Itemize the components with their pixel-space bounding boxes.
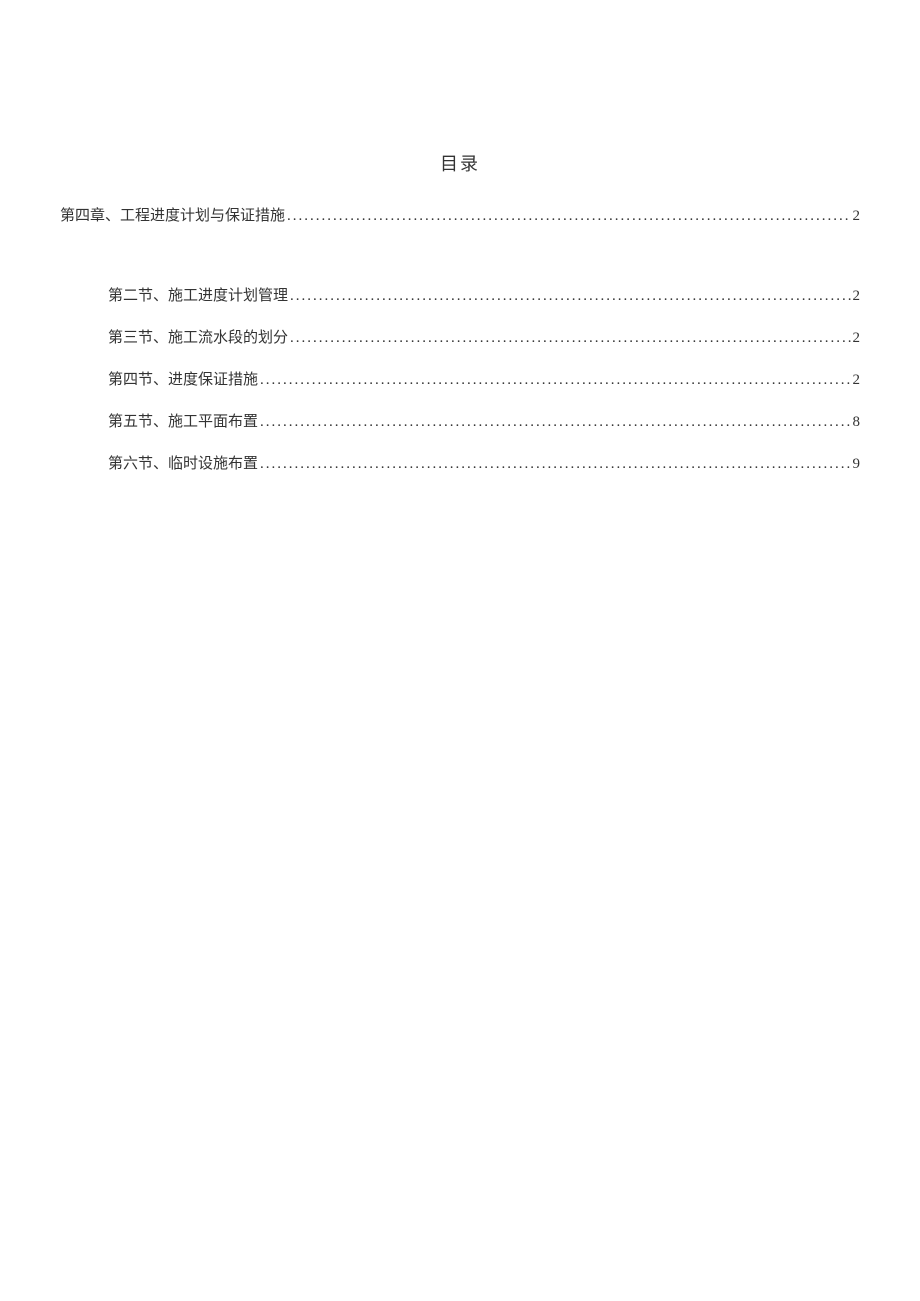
toc-section-entry: 第二节、施工进度计划管理 2 (60, 284, 860, 310)
toc-section-page: 9 (851, 452, 861, 476)
toc-section-label: 第三节、施工流水段的划分 (108, 326, 288, 350)
toc-leader (258, 368, 850, 392)
toc-chapter-page: 2 (851, 204, 861, 228)
toc-section-label: 第五节、施工平面布置 (108, 410, 258, 434)
toc-section-label: 第二节、施工进度计划管理 (108, 284, 288, 308)
toc-chapter-entry: 第四章、工程进度计划与保证措施 2 (60, 204, 860, 230)
toc-chapter-label: 第四章、工程进度计划与保证措施 (60, 204, 285, 228)
toc-leader (288, 326, 850, 350)
toc-section-label: 第六节、临时设施布置 (108, 452, 258, 476)
toc-spacer (60, 246, 860, 284)
toc-section-label: 第四节、进度保证措施 (108, 368, 258, 392)
toc-section-page: 2 (851, 326, 861, 350)
toc-section-entry: 第三节、施工流水段的划分 2 (60, 326, 860, 352)
toc-leader (285, 204, 850, 228)
toc-title: 目录 (60, 150, 860, 176)
toc-section-page: 2 (851, 284, 861, 308)
toc-section-entry: 第四节、进度保证措施 2 (60, 368, 860, 394)
toc-section-page: 2 (851, 368, 861, 392)
toc-leader (258, 410, 850, 434)
toc-section-page: 8 (851, 410, 861, 434)
toc-section-entry: 第六节、临时设施布置 9 (60, 452, 860, 478)
toc-section-entry: 第五节、施工平面布置 8 (60, 410, 860, 436)
toc-leader (258, 452, 850, 476)
toc-leader (288, 284, 850, 308)
